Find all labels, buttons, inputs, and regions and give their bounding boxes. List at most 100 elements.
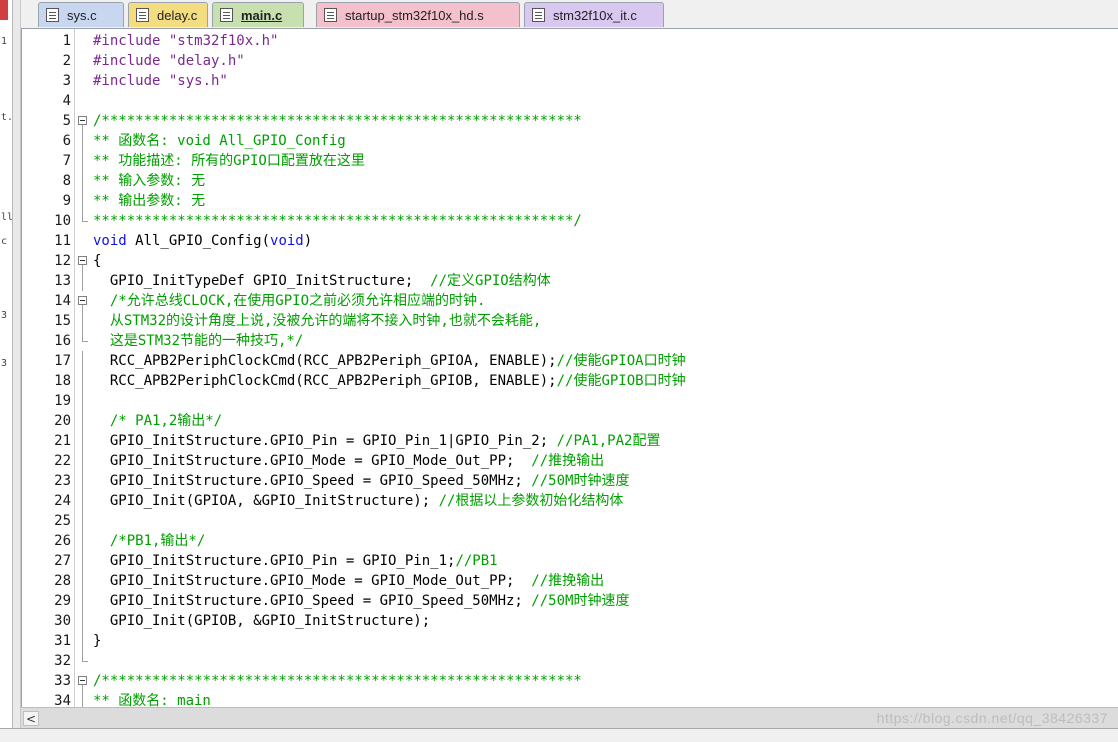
code-line[interactable]: 25 [22,511,1118,531]
pane-mark: ll [1,212,13,223]
code-line[interactable]: 7 ** 功能描述: 所有的GPIO口配置放在这里 [22,151,1118,171]
code-line[interactable]: 23 GPIO_InitStructure.GPIO_Speed = GPIO_… [22,471,1118,491]
code-text: GPIO_InitStructure.GPIO_Mode = GPIO_Mode… [93,451,604,471]
fold-guide [78,511,88,531]
code-line[interactable]: 5 /**************************************… [22,111,1118,131]
tab-sys-c[interactable]: sys.c [38,2,124,27]
code-line[interactable]: 13 GPIO_InitTypeDef GPIO_InitStructure; … [22,271,1118,291]
code-token: void [93,233,127,249]
window-bottom-edge [0,728,1118,742]
code-text: GPIO_Init(GPIOA, &GPIO_InitStructure); /… [93,491,624,511]
code-token: GPIO_InitStructure.GPIO_Speed = GPIO_Spe… [93,593,532,609]
code-line[interactable]: 22 GPIO_InitStructure.GPIO_Mode = GPIO_M… [22,451,1118,471]
tab-startup-stm32f10x-hd-s[interactable]: startup_stm32f10x_hd.s [316,2,520,27]
fold-collapse-icon[interactable] [78,671,88,691]
fold-guide [78,371,88,391]
fold-collapse-icon[interactable] [78,291,88,311]
code-token: /***************************************… [93,673,582,689]
code-line[interactable]: 26 /*PB1,输出*/ [22,531,1118,551]
code-line[interactable]: 9 ** 输出参数: 无 [22,191,1118,211]
code-token: GPIO_InitStructure.GPIO_Pin = GPIO_Pin_1… [93,433,557,449]
fold-guide [78,571,88,591]
pane-mark: 3 [1,310,8,321]
tab-delay-c[interactable]: delay.c [128,2,208,27]
code-token: //使能GPIOB口时钟 [556,373,686,389]
line-number: 10 [54,213,71,229]
code-token: GPIO_InitTypeDef GPIO_InitStructure; [93,273,431,289]
file-icon [136,8,149,22]
fold-collapse-icon[interactable] [78,111,88,131]
fold-end [78,651,88,671]
code-token: #include [93,73,169,89]
code-line[interactable]: 31} [22,631,1118,651]
line-number: 14 [54,293,71,309]
tab-stm32f10x-it-c[interactable]: stm32f10x_it.c [524,2,664,27]
code-line[interactable]: 14 /*允许总线CLOCK,在使用GPIO之前必须允许相应端的时钟. [22,291,1118,311]
line-number: 34 [54,693,71,707]
horizontal-scrollbar[interactable]: < https://blog.csdn.net/qq_38426337 [21,707,1118,729]
code-line[interactable]: 6 ** 函数名: void All_GPIO_Config [22,131,1118,151]
code-token: RCC_APB2PeriphClockCmd(RCC_APB2Periph_GP… [93,373,557,389]
fold-guide [78,271,88,291]
code-line[interactable]: 8 ** 输入参数: 无 [22,171,1118,191]
fold-guide [78,551,88,571]
code-line[interactable]: 15 从STM32的设计角度上说,没被允许的端将不接入时钟,也就不会耗能, [22,311,1118,331]
code-text: GPIO_InitTypeDef GPIO_InitStructure; //定… [93,271,551,291]
code-text: /*允许总线CLOCK,在使用GPIO之前必须允许相应端的时钟. [93,291,486,311]
code-text: #include "stm32f10x.h" [93,31,278,51]
code-line[interactable]: 34 ** 函数名: main [22,691,1118,707]
code-text: /*PB1,输出*/ [93,531,205,551]
code-text: } [93,631,101,651]
fold-guide [78,311,88,331]
code-editor[interactable]: 1 #include "stm32f10x.h" 2 #include "delay.… [21,29,1118,707]
line-number: 18 [54,373,71,389]
code-line[interactable]: 19 [22,391,1118,411]
code-line[interactable]: 16 这是STM32节能的一种技巧,*/ [22,331,1118,351]
project-pane: 1 t. ll c 3 3 [0,0,13,728]
code-line[interactable]: 32 [22,651,1118,671]
code-text: GPIO_InitStructure.GPIO_Speed = GPIO_Spe… [93,471,630,491]
fold-guide [78,151,88,171]
fold-end [78,331,88,351]
code-token: ** 功能描述: 所有的GPIO口配置放在这里 [93,153,365,169]
code-line[interactable]: 18 RCC_APB2PeriphClockCmd(RCC_APB2Periph… [22,371,1118,391]
code-line[interactable]: 4 [22,91,1118,111]
code-line[interactable]: 11 void All_GPIO_Config(void) [22,231,1118,251]
code-line[interactable]: 1 #include "stm32f10x.h" [22,31,1118,51]
code-text: void All_GPIO_Config(void) [93,231,312,251]
code-line[interactable]: 3 #include "sys.h" [22,71,1118,91]
code-line[interactable]: 27 GPIO_InitStructure.GPIO_Pin = GPIO_Pi… [22,551,1118,571]
code-token: //50M时钟速度 [531,593,630,609]
line-number: 24 [54,493,71,509]
line-number: 11 [54,233,71,249]
fold-collapse-icon[interactable] [78,251,88,271]
code-line[interactable]: 33 /*************************************… [22,671,1118,691]
code-line[interactable]: 29 GPIO_InitStructure.GPIO_Speed = GPIO_… [22,591,1118,611]
code-text: ** 函数名: void All_GPIO_Config [93,131,346,151]
scroll-left-arrow-icon[interactable]: < [23,711,39,726]
code-line[interactable]: 28 GPIO_InitStructure.GPIO_Mode = GPIO_M… [22,571,1118,591]
code-line[interactable]: 10 **************************************… [22,211,1118,231]
code-line[interactable]: 30 GPIO_Init(GPIOB, &GPIO_InitStructure)… [22,611,1118,631]
code-line[interactable]: 12 { [22,251,1118,271]
line-number: 27 [54,553,71,569]
code-line[interactable]: 17 RCC_APB2PeriphClockCmd(RCC_APB2Periph… [22,351,1118,371]
code-token: GPIO_InitStructure.GPIO_Mode = GPIO_Mode… [93,573,532,589]
tab-label: main.c [241,7,283,23]
fold-guide [78,491,88,511]
line-number: 23 [54,473,71,489]
pane-splitter[interactable] [13,0,21,728]
code-text: ** 输入参数: 无 [93,171,205,191]
code-token: //推挽输出 [531,573,605,589]
code-line[interactable]: 2 #include "delay.h" [22,51,1118,71]
tab-main-c[interactable]: main.c [212,2,304,27]
tab-label: startup_stm32f10x_hd.s [345,7,484,23]
code-text: ** 输出参数: 无 [93,191,205,211]
code-line[interactable]: 21 GPIO_InitStructure.GPIO_Pin = GPIO_Pi… [22,431,1118,451]
line-number: 9 [62,193,71,209]
line-number: 16 [54,333,71,349]
fold-guide [78,391,88,411]
code-line[interactable]: 20 /* PA1,2输出*/ [22,411,1118,431]
line-number: 20 [54,413,71,429]
code-line[interactable]: 24 GPIO_Init(GPIOA, &GPIO_InitStructure)… [22,491,1118,511]
